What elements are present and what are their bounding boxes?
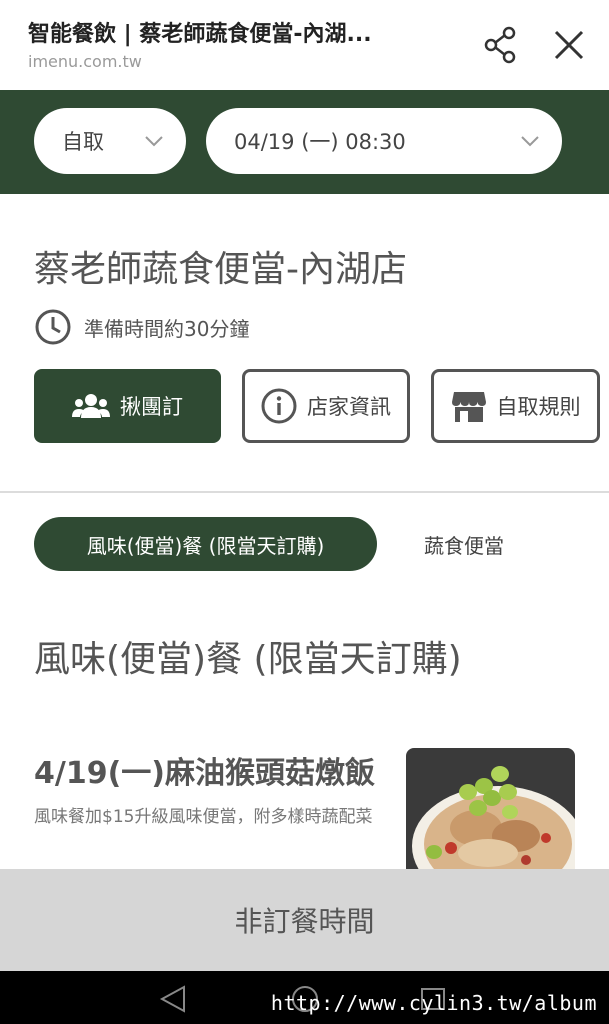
store-icon [451,392,486,422]
order-mode-select[interactable]: 自取 [34,108,186,174]
order-options-band: 自取 04/19 (一) 08:30 [0,90,609,194]
android-nav-bar: http://www.cylin3.tw/album [0,971,609,1024]
group-order-label: 揪團訂 [120,395,183,419]
close-button[interactable] [548,24,590,66]
close-icon [554,30,584,60]
group-order-button[interactable]: 揪團訂 [34,369,221,443]
prep-time-text: 準備時間約30分鐘 [84,316,250,341]
menu-item-name[interactable]: 4/19(一)麻油猴頭菇燉飯 [34,748,375,792]
store-info-label: 店家資訊 [307,395,391,419]
back-icon[interactable] [158,985,188,1013]
page-title: 智能餐飲 | 蔡老師蔬食便當-內湖... [28,22,372,47]
chevron-down-icon [145,136,163,147]
share-button[interactable] [480,24,522,66]
chevron-down-icon [521,136,539,147]
prep-time-row: 準備時間約30分鐘 [34,308,249,346]
order-status-bar: 非訂餐時間 [0,869,609,971]
clock-icon [35,309,71,345]
watermark-text: http://www.cylin3.tw/album [270,991,597,1015]
tab-flavor-meal[interactable]: 風味(便當)餐 (限當天訂購) [34,517,377,571]
pickup-time-select[interactable]: 04/19 (一) 08:30 [206,108,562,174]
info-icon [261,388,297,424]
page-url: imenu.com.tw [28,52,142,71]
store-name: 蔡老師蔬食便當-內湖店 [34,249,407,290]
menu-item-description: 風味餐加$15升級風味便當，附多樣時蔬配菜 [34,807,373,827]
section-title: 風味(便當)餐 (限當天訂購) [34,639,462,680]
group-icon [72,394,110,418]
pickup-rules-button[interactable]: 自取規則 [431,369,600,443]
pickup-time-value: 04/19 (一) 08:30 [234,130,406,154]
tab-veg-bento[interactable]: 蔬食便當 [424,530,504,559]
pickup-rules-label: 自取規則 [496,395,581,419]
order-mode-value: 自取 [62,130,104,154]
section-divider [0,491,609,493]
menu-item-photo[interactable] [406,748,575,878]
order-status-text: 非訂餐時間 [234,905,375,938]
share-icon [484,26,516,64]
browser-top-bar: 智能餐飲 | 蔡老師蔬食便當-內湖... imenu.com.tw [0,0,609,90]
store-info-button[interactable]: 店家資訊 [242,369,410,443]
